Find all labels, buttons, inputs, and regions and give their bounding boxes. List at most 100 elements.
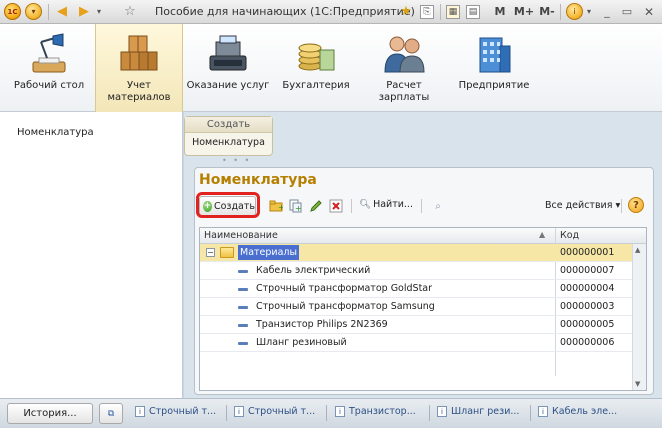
nomenclature-table: Наименование ▲ Код − Материалы 000000001… (199, 227, 647, 391)
delete-mark-icon[interactable] (329, 199, 343, 213)
vertical-scrollbar[interactable]: ▲ ▼ (632, 244, 646, 390)
task-item[interactable]: i Транзистор... (335, 406, 416, 417)
help-icon[interactable]: ? (628, 197, 644, 213)
collapse-toggle-icon[interactable]: − (206, 248, 215, 257)
titlebar-separator (560, 4, 561, 20)
row-name: Кабель электрический (256, 265, 371, 276)
info-icon[interactable]: i (566, 3, 583, 20)
titlebar-separator (48, 4, 49, 20)
list-form: Номенклатура + Создать + + 🔍︎ Найти... ⌕… (194, 167, 654, 395)
task-item-label: Транзистор... (349, 406, 416, 417)
column-header-name[interactable]: Наименование (204, 230, 278, 241)
action-panel: Создать Номенклатура (184, 116, 273, 156)
section-label: Расчет зарплаты (378, 80, 430, 103)
find-button[interactable]: 🔍︎ Найти... (359, 199, 413, 210)
nav-item-nomenclature[interactable]: Номенклатура (17, 127, 94, 138)
task-item-label: Строчный т... (248, 406, 316, 417)
section-accounting[interactable]: Бухгалтерия (273, 24, 359, 112)
windows-list-icon[interactable]: ⧉ (99, 403, 123, 424)
window-titlebar: 1С ▾ ◀ ▶ ▾ ☆ Пособие для начинающих (1С:… (0, 0, 662, 24)
table-row[interactable]: − Материалы 000000001 (200, 244, 632, 262)
copy-icon[interactable]: + (289, 199, 303, 213)
desk-lamp-icon (27, 32, 71, 76)
task-item-label: Кабель эле... (552, 406, 618, 417)
app-logo-icon[interactable]: 1С (4, 3, 21, 20)
history-dropdown-icon[interactable]: ▾ (94, 3, 104, 20)
memory-m-button[interactable]: M (494, 3, 506, 20)
item-icon (238, 270, 248, 273)
magnifier-icon: 🔍︎ (359, 199, 372, 210)
toolbar-separator (621, 199, 622, 213)
history-button[interactable]: История... (7, 403, 93, 424)
window-title: Пособие для начинающих (1С:Предприятие) (155, 5, 415, 18)
item-icon (238, 342, 248, 345)
section-salary[interactable]: Расчет зарплаты (361, 24, 447, 112)
column-header-code[interactable]: Код (560, 230, 579, 241)
section-enterprise[interactable]: Предприятие (451, 24, 537, 112)
link-icon[interactable]: ⎘ (420, 5, 434, 19)
find-button-label: Найти... (373, 199, 413, 210)
table-row[interactable]: Кабель электрический 000000007 (200, 262, 632, 280)
boxes-icon (117, 32, 161, 76)
folder-icon (220, 247, 234, 258)
section-services[interactable]: Оказание услуг (185, 24, 271, 112)
task-item-label: Шланг рези... (451, 406, 520, 417)
info-dropdown-icon[interactable]: ▾ (585, 3, 593, 20)
forward-icon[interactable]: ▶ (76, 3, 92, 20)
table-header: Наименование ▲ Код (200, 228, 646, 244)
task-item-label: Строчный т... (149, 406, 217, 417)
section-label: Оказание услуг (186, 80, 270, 91)
table-row[interactable]: Строчный трансформатор GoldStar 00000000… (200, 280, 632, 298)
favorites-star-icon[interactable]: ☆ (122, 3, 138, 20)
form-icon: i (234, 406, 244, 417)
taskbar-separator (326, 405, 327, 421)
toolbar-separator (421, 199, 422, 213)
table-row[interactable]: Шланг резиновый 000000006 (200, 334, 632, 352)
form-toolbar: + Создать + + 🔍︎ Найти... ⌕ Все действия… (195, 192, 655, 220)
table-row[interactable]: Транзистор Philips 2N2369 000000005 (200, 316, 632, 334)
splitter-handle[interactable]: • • • (222, 156, 251, 165)
add-favorite-icon[interactable]: ★ (398, 3, 414, 20)
all-actions-menu[interactable]: Все действия ▾ (545, 200, 620, 211)
form-title: Номенклатура (199, 172, 317, 188)
scroll-up-icon[interactable]: ▲ (635, 246, 640, 254)
taskbar-separator (226, 405, 227, 421)
cash-register-icon (206, 32, 250, 76)
scroll-down-icon[interactable]: ▼ (635, 380, 640, 388)
maximize-icon[interactable]: ▭ (620, 3, 634, 20)
taskbar-separator (429, 405, 430, 421)
item-icon (238, 306, 248, 309)
svg-text:+: + (278, 203, 283, 212)
cancel-search-icon[interactable]: ⌕ (431, 199, 445, 213)
calendar-icon[interactable]: ▦ (446, 5, 460, 19)
back-icon[interactable]: ◀ (54, 3, 70, 20)
form-icon: i (335, 406, 345, 417)
form-icon: i (135, 406, 145, 417)
svg-text:+: + (295, 204, 302, 213)
calculator-icon[interactable]: ▤ (466, 5, 480, 19)
task-item[interactable]: i Кабель эле... (538, 406, 617, 417)
building-icon (472, 32, 516, 76)
task-item[interactable]: i Шланг рези... (437, 406, 519, 417)
edit-pencil-icon[interactable] (309, 199, 323, 213)
main-menu-icon[interactable]: ▾ (25, 3, 42, 20)
minimize-icon[interactable]: _ (600, 3, 614, 20)
section-materials[interactable]: Учет материалов (95, 24, 183, 112)
row-code: 000000003 (560, 301, 615, 312)
table-row[interactable]: Строчный трансформатор Samsung 000000003 (200, 298, 632, 316)
row-code: 000000001 (560, 247, 615, 258)
row-code: 000000005 (560, 319, 615, 330)
action-create-nomenclature[interactable]: Номенклатура (185, 133, 272, 153)
action-panel-header: Создать (185, 117, 272, 133)
section-label: Учет материалов (107, 80, 171, 103)
close-icon[interactable]: ✕ (642, 3, 656, 20)
task-item[interactable]: i Строчный т... (135, 406, 216, 417)
memory-plus-button[interactable]: M+ (514, 3, 534, 20)
memory-minus-button[interactable]: M- (538, 3, 556, 20)
create-folder-icon[interactable]: + (269, 199, 283, 213)
content-area: Создать Номенклатура • • • Номенклатура … (184, 112, 662, 398)
item-icon (238, 288, 248, 291)
task-item[interactable]: i Строчный т... (234, 406, 315, 417)
row-name: Транзистор Philips 2N2369 (256, 319, 388, 330)
section-desktop[interactable]: Рабочий стол (6, 24, 92, 112)
